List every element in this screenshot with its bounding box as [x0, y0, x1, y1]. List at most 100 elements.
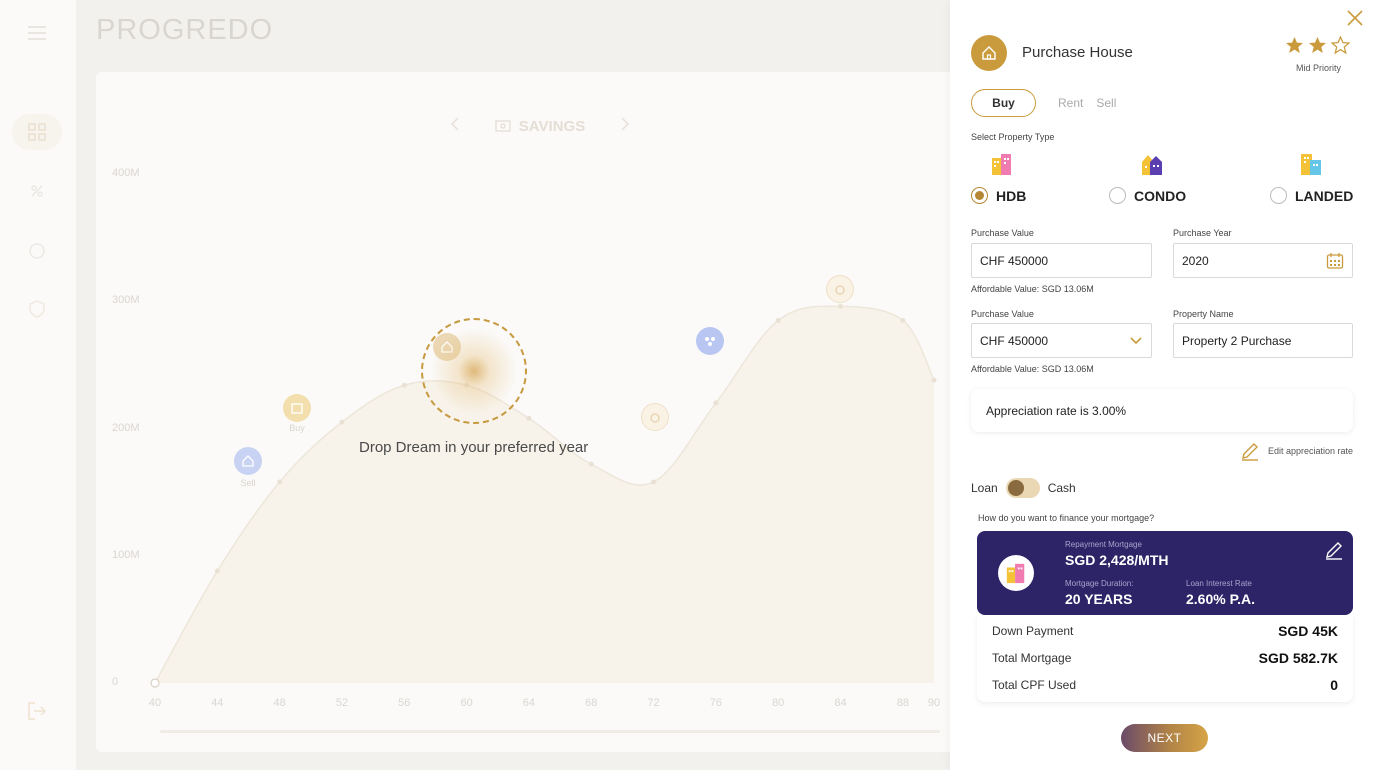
summary-row: Total Mortgage SGD 582.7K — [992, 650, 1338, 666]
app-root: PROGREDO SAVINGS 0 100M 200M 300M 400M 40 44 4… — [0, 0, 1373, 770]
purchase-year-field[interactable]: 2020 — [1173, 243, 1353, 278]
tab-buy[interactable]: Buy — [971, 89, 1036, 117]
radio-selected-icon[interactable] — [971, 187, 988, 204]
savings-area — [155, 306, 934, 683]
chart-marker-wedding[interactable] — [641, 403, 669, 431]
property-type-label: Select Property Type — [971, 132, 1055, 142]
close-icon[interactable] — [1345, 8, 1365, 28]
chart-marker-wedding-2[interactable] — [826, 275, 854, 303]
property-type-landed[interactable]: LANDED — [1270, 187, 1353, 204]
condo-building-icon — [1140, 152, 1164, 176]
repayment-value: SGD 2,428/MTH — [1065, 552, 1169, 568]
priority-stars[interactable] — [1285, 36, 1350, 54]
finance-question: How do you want to finance your mortgage… — [978, 513, 1155, 523]
hdb-building-icon — [1006, 563, 1025, 584]
pencil-icon — [1326, 542, 1342, 560]
ring-icon — [650, 413, 660, 423]
data-point[interactable] — [526, 415, 532, 421]
tab-sell[interactable]: Sell — [1096, 96, 1116, 110]
affordable-value-2: Affordable Value: SGD 13.06M — [971, 364, 1094, 374]
priority-label: Mid Priority — [1296, 63, 1342, 73]
loan-cash-toggle-row: Loan Cash — [971, 478, 1076, 498]
calendar-icon[interactable] — [1326, 252, 1344, 270]
summary-row: Total CPF Used 0 — [992, 677, 1338, 693]
purchase-year-value: 2020 — [1182, 253, 1209, 268]
loan-cash-toggle[interactable] — [1005, 478, 1040, 498]
chart-marker-sell[interactable] — [234, 447, 262, 475]
radio-icon[interactable] — [1270, 187, 1287, 204]
summary-key: Total CPF Used — [992, 678, 1077, 692]
purchase-value-label: Purchase Value — [971, 228, 1034, 238]
summary-row: Down Payment SGD 45K — [992, 623, 1338, 639]
cart-icon — [291, 403, 303, 414]
property-type-landed-label: LANDED — [1295, 187, 1354, 204]
affordable-value-1: Affordable Value: SGD 13.06M — [971, 284, 1094, 294]
property-name-field[interactable] — [1173, 323, 1353, 358]
data-point[interactable] — [588, 461, 594, 467]
data-point[interactable] — [931, 377, 937, 383]
interest-rate-value: 2.60% P.A. — [1186, 591, 1256, 607]
summary-value: SGD 45K — [1278, 623, 1338, 639]
summary-value: 0 — [1330, 677, 1338, 693]
chart-scrollbar[interactable] — [160, 730, 940, 733]
tab-rent[interactable]: Rent — [1058, 96, 1083, 110]
chart-marker-family[interactable] — [696, 327, 724, 355]
edit-mortgage-button[interactable] — [1324, 540, 1344, 565]
property-type-hdb[interactable]: HDB — [971, 187, 1026, 204]
data-point[interactable] — [775, 317, 781, 323]
star-filled-icon[interactable] — [1285, 36, 1304, 54]
star-outline-icon[interactable] — [1331, 36, 1350, 54]
mortgage-card: Repayment Mortgage SGD 2,428/MTH Mortgag… — [977, 531, 1353, 615]
purchase-value-label-2: Purchase Value — [971, 309, 1034, 319]
appreciation-rate-text: Appreciation rate is 3.00% — [986, 403, 1127, 418]
house-icon — [982, 46, 996, 60]
house-icon — [242, 455, 254, 467]
edit-appreciation-rate-button[interactable]: Edit appreciation rate — [1240, 441, 1353, 461]
property-type-condo[interactable]: CONDO — [1109, 187, 1186, 204]
building-avatar — [998, 555, 1034, 591]
data-point[interactable] — [339, 419, 345, 425]
data-point[interactable] — [401, 382, 407, 388]
hdb-building-icon — [990, 152, 1014, 176]
drop-dream-hint: Drop Dream in your preferred year — [359, 439, 589, 456]
duration-label: Mortgage Duration: — [1065, 579, 1134, 588]
data-point[interactable] — [838, 303, 844, 309]
repayment-label: Repayment Mortgage — [1065, 540, 1142, 549]
radio-icon[interactable] — [1109, 187, 1126, 204]
purchase-value-field[interactable] — [971, 243, 1152, 278]
property-type-condo-label: CONDO — [1134, 187, 1187, 204]
property-name-label: Property Name — [1173, 309, 1234, 319]
star-filled-icon[interactable] — [1308, 36, 1327, 54]
purchase-year-label: Purchase Year — [1173, 228, 1232, 238]
data-point[interactable] — [713, 400, 719, 406]
mortgage-summary: Down Payment SGD 45K Total Mortgage SGD … — [977, 615, 1353, 702]
purchase-value-select-value: CHF 450000 — [980, 333, 1049, 348]
summary-key: Down Payment — [992, 624, 1074, 638]
ring-icon — [835, 285, 845, 295]
chart-marker-label: Sell — [240, 478, 256, 488]
data-point[interactable] — [150, 678, 160, 688]
pencil-icon — [1242, 443, 1258, 461]
house-badge — [971, 35, 1007, 71]
chart-marker-buy[interactable] — [283, 394, 311, 422]
purchase-house-panel: Purchase House Mid Priority Buy Rent Sel… — [950, 0, 1373, 770]
purchase-value-input[interactable] — [980, 253, 1143, 268]
chevron-down-icon[interactable] — [1129, 336, 1143, 346]
purchase-value-select[interactable]: CHF 450000 — [971, 323, 1152, 358]
duration-value: 20 YEARS — [1065, 591, 1133, 607]
data-point[interactable] — [214, 568, 220, 574]
interest-rate-label: Loan Interest Rate — [1186, 579, 1252, 588]
chart-marker-label: Buy — [289, 423, 305, 433]
data-point[interactable] — [651, 479, 657, 485]
landed-building-icon — [1299, 152, 1323, 176]
next-button[interactable]: NEXT — [1121, 724, 1208, 752]
family-icon — [705, 337, 715, 346]
property-name-input[interactable] — [1182, 333, 1344, 348]
data-point[interactable] — [277, 479, 283, 485]
summary-value: SGD 582.7K — [1258, 650, 1338, 666]
data-point[interactable] — [900, 317, 906, 323]
transaction-tabs: Buy Rent Sell — [971, 89, 1116, 117]
dream-drop-zone[interactable] — [421, 318, 527, 424]
panel-title: Purchase House — [1022, 44, 1133, 61]
appreciation-rate-box: Appreciation rate is 3.00% — [971, 389, 1353, 432]
